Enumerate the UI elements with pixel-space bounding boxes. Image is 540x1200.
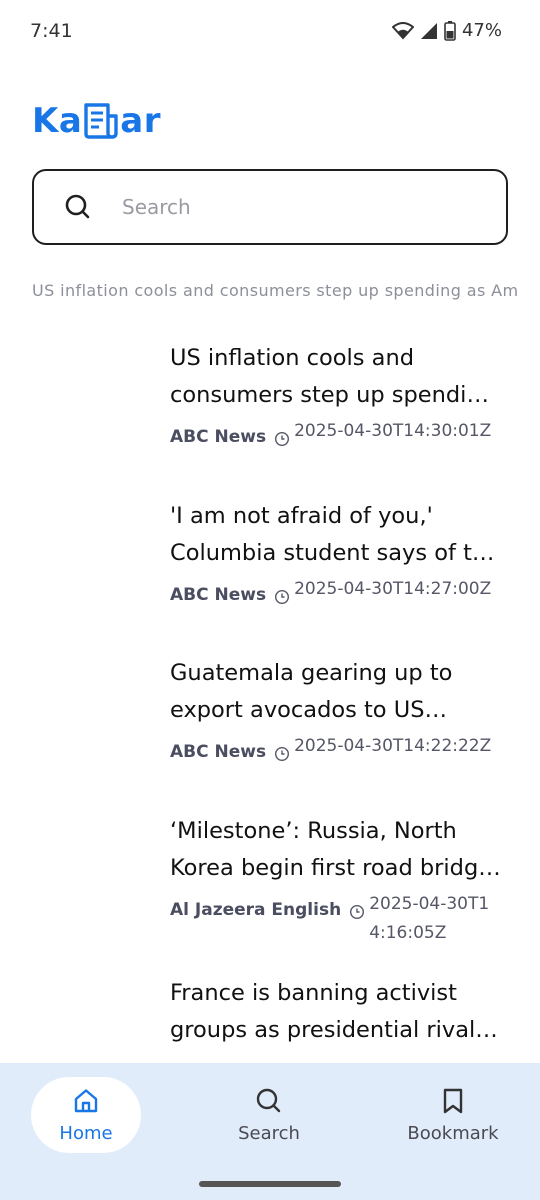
news-item[interactable]: ‘Milestone’: Russia, North Korea begin f… — [170, 813, 510, 948]
logo-text-right: ar — [120, 101, 162, 141]
clock-icon — [350, 904, 365, 920]
news-meta: ABC News 2025-04-30T14:27:00Z — [170, 575, 510, 605]
news-time: 2025-04-30T14:16:05Z — [369, 894, 490, 943]
wifi-icon — [391, 21, 414, 39]
clock-icon — [275, 589, 290, 605]
news-source: ABC News — [170, 742, 267, 762]
signal-icon — [420, 22, 437, 39]
search-icon-container — [34, 171, 96, 243]
news-title[interactable]: Guatemala gearing up to export avocados … — [170, 655, 502, 729]
home-indicator[interactable] — [199, 1181, 341, 1187]
news-item[interactable]: France is banning activist groups as pre… — [170, 975, 510, 1049]
battery-percent: 47% — [461, 20, 502, 41]
search-bar[interactable] — [32, 169, 508, 245]
search-icon — [256, 1088, 281, 1112]
nav-bookmark[interactable]: Bookmark — [398, 1077, 508, 1153]
news-source: ABC News — [170, 427, 267, 447]
status-time: 7:41 — [30, 20, 73, 42]
nav-bookmark-label: Bookmark — [407, 1122, 499, 1144]
news-time: 2025-04-30T14:27:00Z — [294, 579, 492, 599]
search-icon — [65, 194, 90, 219]
bottom-navigation: Home Search Bookmark — [0, 1063, 540, 1200]
news-title[interactable]: ‘Milestone’: Russia, North Korea begin f… — [170, 813, 502, 887]
news-meta: ABC News 2025-04-30T14:22:22Z — [170, 732, 510, 762]
news-title[interactable]: US inflation cools and consumers step up… — [170, 340, 502, 414]
logo-text-left: Ka — [32, 101, 83, 141]
news-time: 2025-04-30T14:30:01Z — [294, 421, 492, 441]
news-item[interactable]: US inflation cools and consumers step up… — [170, 340, 510, 447]
clock-icon — [275, 431, 290, 447]
news-title[interactable]: France is banning activist groups as pre… — [170, 975, 502, 1049]
news-item[interactable]: Guatemala gearing up to export avocados … — [170, 655, 510, 762]
nav-home-label: Home — [59, 1122, 113, 1144]
news-meta: Al Jazeera English 2025-04-30T14:16:05Z — [170, 890, 510, 948]
status-icons: 47% — [391, 20, 502, 41]
news-source: ABC News — [170, 585, 267, 605]
clock-icon — [275, 746, 290, 762]
status-bar: 7:41 47% — [0, 0, 540, 64]
news-time: 2025-04-30T14:22:22Z — [294, 736, 492, 756]
app-logo: Ka ar — [32, 96, 161, 146]
newspaper-icon — [84, 103, 118, 139]
headline-ticker[interactable]: US inflation cools and consumers step up… — [32, 281, 540, 300]
home-icon — [74, 1088, 98, 1112]
nav-home[interactable]: Home — [31, 1077, 141, 1153]
news-source: Al Jazeera English — [170, 900, 342, 920]
news-meta: ABC News 2025-04-30T14:30:01Z — [170, 417, 510, 447]
news-list[interactable]: US inflation cools and consumers step up… — [0, 340, 540, 1062]
news-title[interactable]: 'I am not afraid of you,' Columbia stude… — [170, 498, 502, 572]
nav-search-label: Search — [238, 1122, 300, 1144]
nav-search[interactable]: Search — [214, 1077, 324, 1153]
news-item[interactable]: 'I am not afraid of you,' Columbia stude… — [170, 498, 510, 605]
bookmark-icon — [443, 1088, 463, 1113]
battery-icon — [444, 20, 456, 41]
search-input[interactable] — [122, 195, 462, 219]
